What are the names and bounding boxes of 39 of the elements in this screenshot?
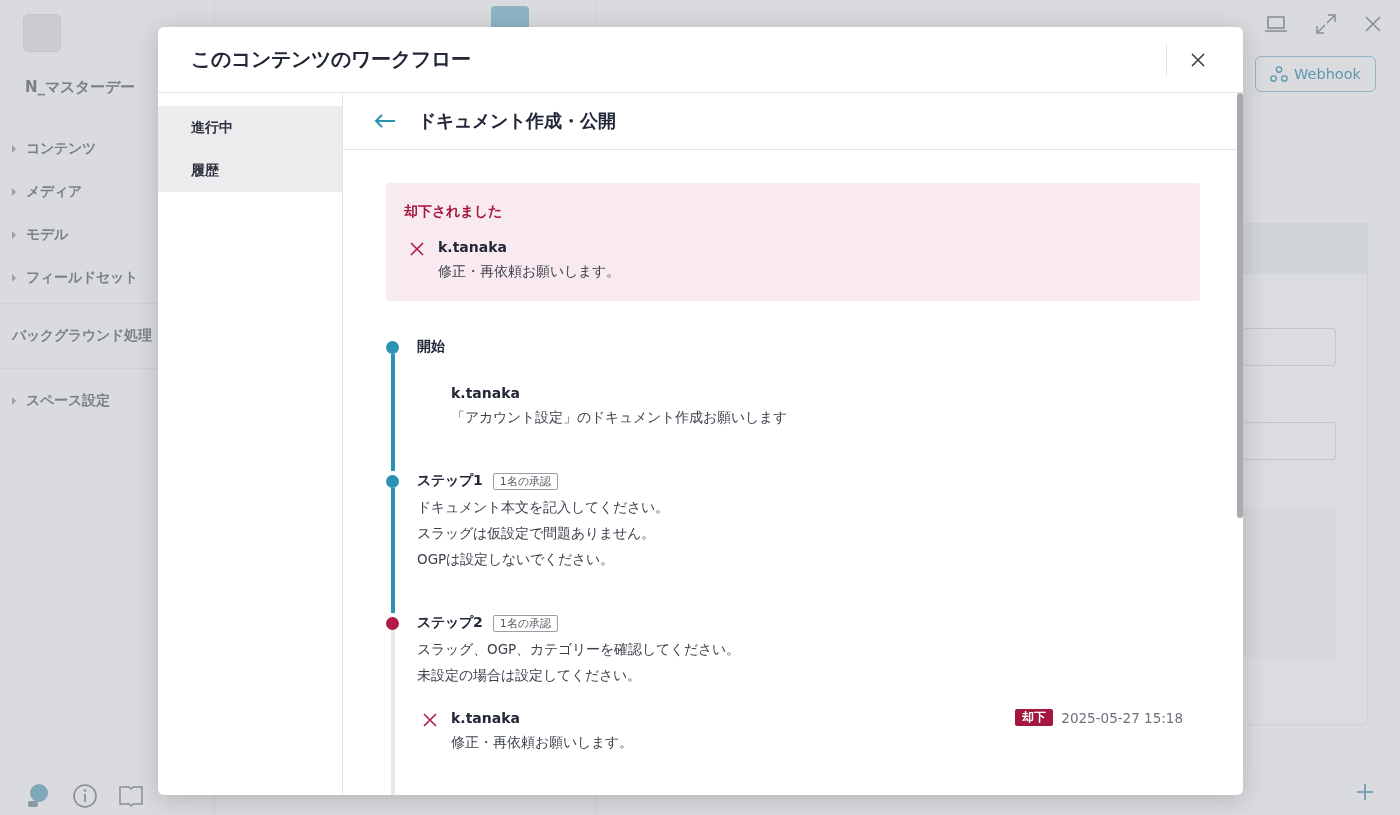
step-description: ドキュメント本文を記入してください。 xyxy=(417,499,670,517)
help-book-icon[interactable] xyxy=(118,783,144,809)
comment-text: 修正・再依頼お願いします。 xyxy=(438,263,620,281)
step-title: 開始 xyxy=(417,338,445,356)
nav-tab[interactable]: 進行中 xyxy=(158,106,342,149)
sidebar-item[interactable]: フィールドセット xyxy=(0,256,214,299)
workflow-title: ドキュメント作成・公開 xyxy=(418,109,616,133)
sidebar-item[interactable]: スペース設定 xyxy=(0,379,214,422)
back-arrow-icon[interactable] xyxy=(374,113,396,129)
step-description: スラッグは仮設定で問題ありません。 xyxy=(417,525,656,543)
webhook-icon xyxy=(1270,65,1289,83)
comment-text: 「アカウント設定」のドキュメント作成お願いします xyxy=(451,409,788,427)
timestamp: 2025-05-27 15:18 xyxy=(1061,709,1183,726)
info-icon[interactable] xyxy=(72,783,98,809)
image-field[interactable] xyxy=(1243,508,1335,658)
approval-badge: 1名の承認 xyxy=(492,614,558,632)
plus-icon[interactable] xyxy=(1356,783,1374,801)
webhook-button[interactable]: Webhook xyxy=(1255,56,1376,92)
laptop-icon[interactable] xyxy=(1264,14,1288,34)
user-name: k.tanaka xyxy=(451,709,521,726)
step-description: 未設定の場合は設定してください。 xyxy=(417,667,642,685)
scrollbar-thumb[interactable] xyxy=(1237,93,1243,518)
alert-title: 却下されました xyxy=(404,203,503,221)
step-title: ステップ2 xyxy=(417,614,483,632)
nav-tab[interactable]: 履歴 xyxy=(158,149,342,192)
close-icon[interactable] xyxy=(1190,51,1206,68)
dialog-title: このコンテンツのワークフロー xyxy=(191,46,472,73)
comment-text: 修正・再依頼お願いします。 xyxy=(451,734,634,752)
step-description: OGPは設定しないでください。 xyxy=(417,551,616,569)
cross-icon xyxy=(410,242,424,256)
rejected-tag: 却下 xyxy=(1015,709,1054,726)
sidebar-item[interactable]: モデル xyxy=(0,213,214,256)
space-name: N_マスターデー xyxy=(25,78,137,97)
user-name: k.tanaka xyxy=(451,385,521,401)
step-title: ステップ1 xyxy=(417,472,483,490)
approval-badge: 1名の承認 xyxy=(492,472,558,490)
expand-icon[interactable] xyxy=(1314,12,1338,36)
step-description: スラッグ、OGP、カテゴリーを確認してください。 xyxy=(417,641,742,659)
user-name: k.tanaka xyxy=(438,239,508,255)
